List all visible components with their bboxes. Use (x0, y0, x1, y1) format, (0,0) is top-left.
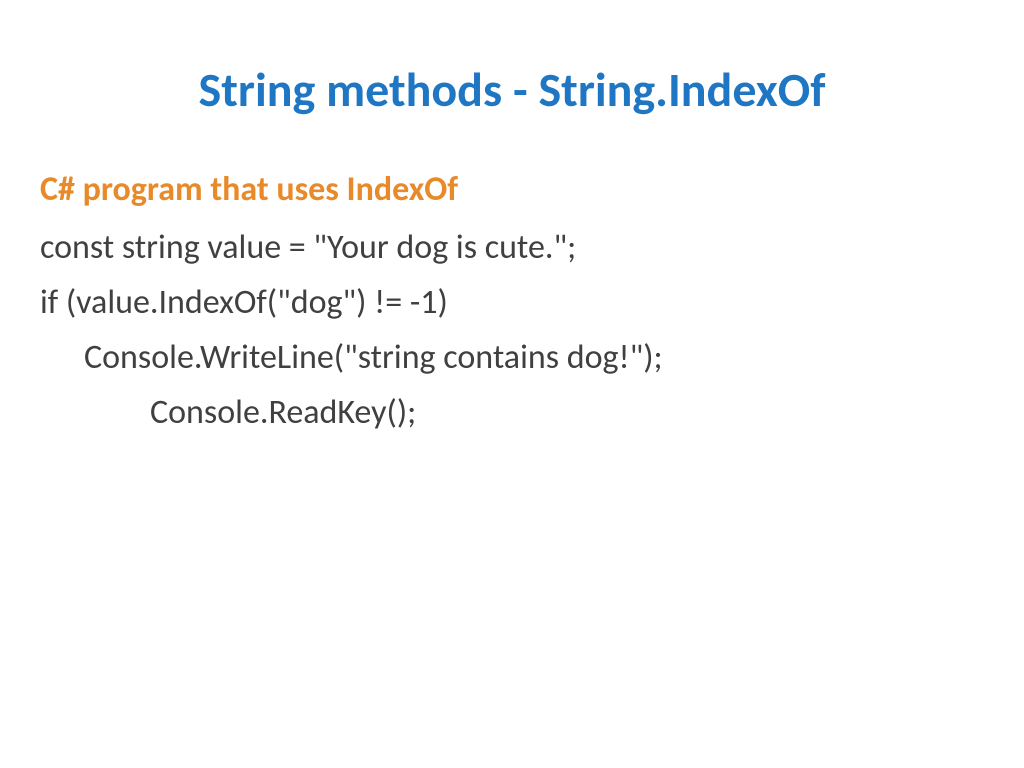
subtitle: C# program that uses IndexOf (40, 169, 984, 210)
code-line-3: Console.WriteLine("string contains dog!"… (40, 332, 984, 383)
code-line-4: Console.ReadKey(); (40, 387, 984, 438)
code-line-1: const string value = "Your dog is cute."… (40, 222, 984, 273)
slide-title: String methods - String.IndexOf (40, 60, 984, 119)
code-line-2: if (value.IndexOf("dog") != -1) (40, 277, 984, 328)
